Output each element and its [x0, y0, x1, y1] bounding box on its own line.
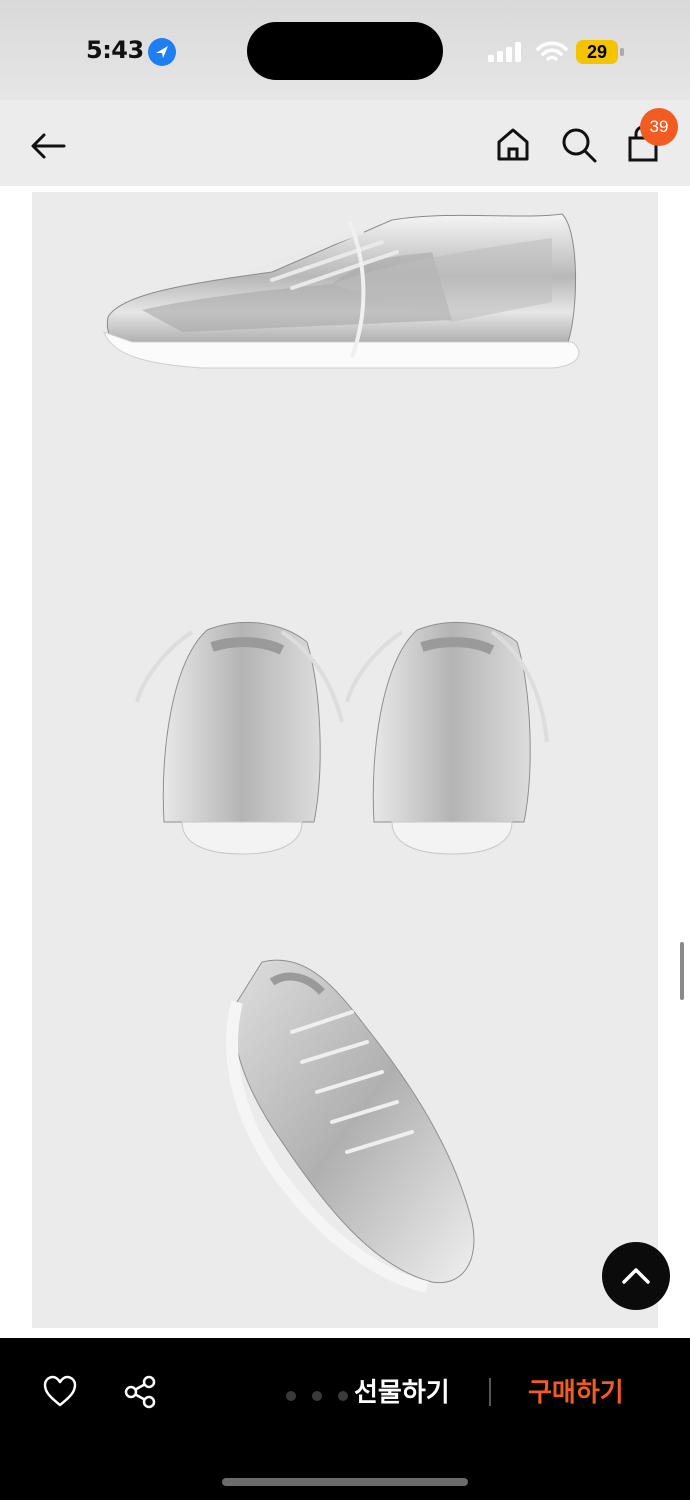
shoe-angled-view-image	[226, 959, 475, 1293]
location-arrow-icon	[148, 38, 176, 66]
scroll-to-top-button[interactable]	[602, 1242, 670, 1310]
divider	[489, 1378, 491, 1406]
shoe-side-view-image	[103, 213, 580, 369]
buy-button[interactable]: 구매하기	[528, 1372, 624, 1409]
home-indicator	[222, 1478, 468, 1486]
heart-icon[interactable]	[42, 1374, 78, 1410]
gift-button[interactable]: 선물하기	[354, 1372, 450, 1409]
app-header	[0, 100, 690, 186]
search-icon[interactable]	[556, 122, 602, 168]
cart-count-badge: 39	[640, 108, 678, 146]
chevron-up-icon	[622, 1268, 650, 1284]
back-arrow-icon[interactable]	[24, 120, 76, 172]
home-icon[interactable]	[490, 122, 536, 168]
wifi-icon	[536, 41, 568, 61]
cellular-signal-icon	[488, 42, 521, 62]
status-bar: 5:43 29	[0, 0, 690, 100]
shoe-back-view-image	[135, 621, 549, 855]
share-icon[interactable]	[122, 1374, 158, 1410]
more-dots-icon	[286, 1388, 364, 1406]
scroll-indicator[interactable]	[680, 942, 684, 1000]
dynamic-island	[247, 22, 443, 80]
product-detail-images	[32, 192, 658, 1328]
status-time: 5:43	[86, 36, 144, 64]
bottom-action-bar: 선물하기 구매하기	[0, 1338, 690, 1500]
battery-icon: 29	[576, 38, 626, 66]
battery-level: 29	[586, 42, 608, 62]
